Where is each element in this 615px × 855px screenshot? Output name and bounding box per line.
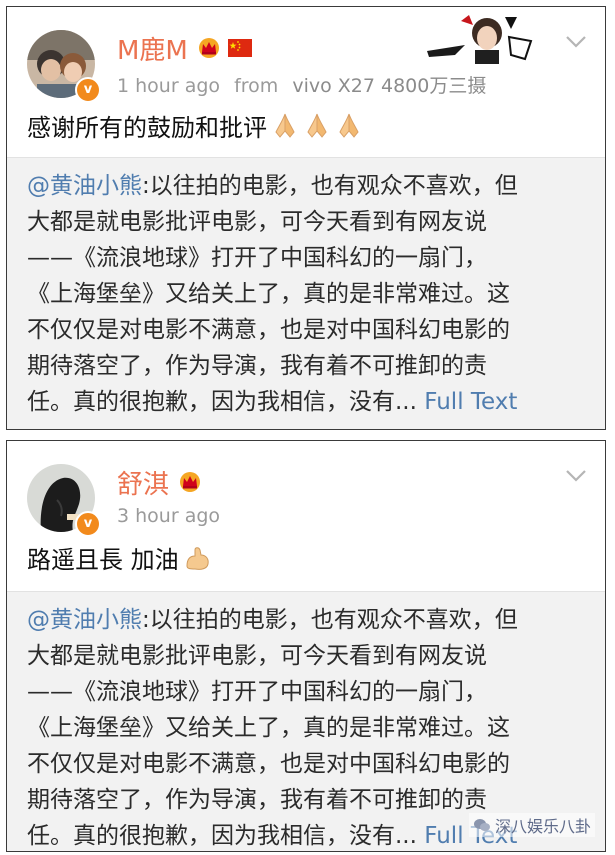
post-time: 1 hour ago — [117, 75, 221, 97]
post-text-content: 路遥且長 加油 — [27, 546, 179, 574]
name-row: M鹿M — [117, 30, 252, 67]
repost-line: @黄油小熊:以往拍的电影，也有观众不喜欢，但 — [27, 602, 587, 638]
watermark: 深八娱乐八卦 — [468, 813, 595, 837]
praying-hands-icon — [339, 113, 359, 138]
praying-hands-icon — [307, 113, 327, 138]
china-flag-icon — [227, 39, 252, 57]
repost-line: 《上海堡垒》又给关上了，真的是非常难过。这 — [27, 281, 510, 307]
repost-line: @黄油小熊:以往拍的电影，也有观众不喜欢，但 — [27, 168, 587, 204]
post-meta: 1 hour ago from vivo X27 4800万三摄 — [117, 71, 486, 98]
mention-link[interactable]: @黄油小熊 — [27, 607, 142, 633]
source-prefix: from — [234, 75, 279, 97]
chevron-down-icon[interactable] — [565, 469, 587, 483]
full-text-link[interactable]: Full Text — [424, 389, 517, 415]
repost-line: 大都是就电影批评电影，可今天看到有网友说 — [27, 209, 487, 235]
repost-line: 任。真的很抱歉，因为我相信，没有... Full Text — [27, 384, 587, 420]
post-text-content: 感谢所有的鼓励和批评 — [27, 114, 267, 142]
post-meta: 3 hour ago — [117, 505, 220, 527]
repost-text: :以往拍的电影，也有观众不喜欢，但 — [142, 607, 518, 633]
username[interactable]: 舒淇 — [117, 464, 169, 501]
post-header: v 舒淇 3 hour ago — [7, 441, 605, 545]
crown-icon — [198, 38, 219, 58]
watermark-text: 深八娱乐八卦 — [494, 817, 591, 836]
post-header: v M鹿M 1 hour ago from vivo X27 4800万三摄 — [7, 7, 605, 111]
name-row: 舒淇 — [117, 464, 203, 501]
repost-text: 任。真的很抱歉，因为我相信，没有... — [27, 823, 417, 849]
chevron-down-icon[interactable] — [565, 35, 587, 49]
promo-banner-image — [425, 11, 535, 69]
repost-line: 不仅仅是对电影不满意，也是对中国科幻电影的 — [27, 751, 510, 777]
wechat-icon — [473, 819, 490, 831]
verified-badge-icon: v — [75, 77, 101, 103]
username[interactable]: M鹿M — [117, 30, 188, 67]
post-time: 3 hour ago — [117, 505, 221, 527]
repost-line: 期待落空了，作为导演，我有着不可推卸的责 — [27, 353, 487, 379]
repost-block[interactable]: @黄油小熊:以往拍的电影，也有观众不喜欢，但 大都是就电影批评电影，可今天看到有… — [7, 591, 605, 851]
weibo-post-card: v 舒淇 3 hour ago 路遥且長 加油 @黄油小熊:以往拍的电影，也有观… — [6, 440, 606, 852]
repost-text: 任。真的很抱歉，因为我相信，没有... — [27, 389, 417, 415]
repost-line: ——《流浪地球》打开了中国科幻的一扇门， — [27, 245, 487, 271]
repost-line: ——《流浪地球》打开了中国科幻的一扇门， — [27, 679, 487, 705]
repost-block[interactable]: @黄油小熊:以往拍的电影，也有观众不喜欢，但 大都是就电影批评电影，可今天看到有… — [7, 157, 605, 429]
praying-hands-icon — [275, 113, 295, 138]
post-text: 路遥且長 加油 — [27, 540, 211, 575]
crown-icon — [180, 472, 201, 492]
repost-line: 大都是就电影批评电影，可今天看到有网友说 — [27, 643, 487, 669]
repost-line: 《上海堡垒》又给关上了，真的是非常难过。这 — [27, 715, 510, 741]
mention-link[interactable]: @黄油小熊 — [27, 173, 142, 199]
source-device[interactable]: vivo X27 4800万三摄 — [292, 75, 486, 97]
weibo-post-card: v M鹿M 1 hour ago from vivo X27 4800万三摄 感… — [6, 6, 606, 430]
post-text: 感谢所有的鼓励和批评 — [27, 108, 363, 143]
flexed-biceps-icon — [186, 546, 209, 570]
repost-text: :以往拍的电影，也有观众不喜欢，但 — [142, 173, 518, 199]
verified-badge-icon: v — [75, 511, 101, 537]
repost-line: 不仅仅是对电影不满意，也是对中国科幻电影的 — [27, 317, 510, 343]
